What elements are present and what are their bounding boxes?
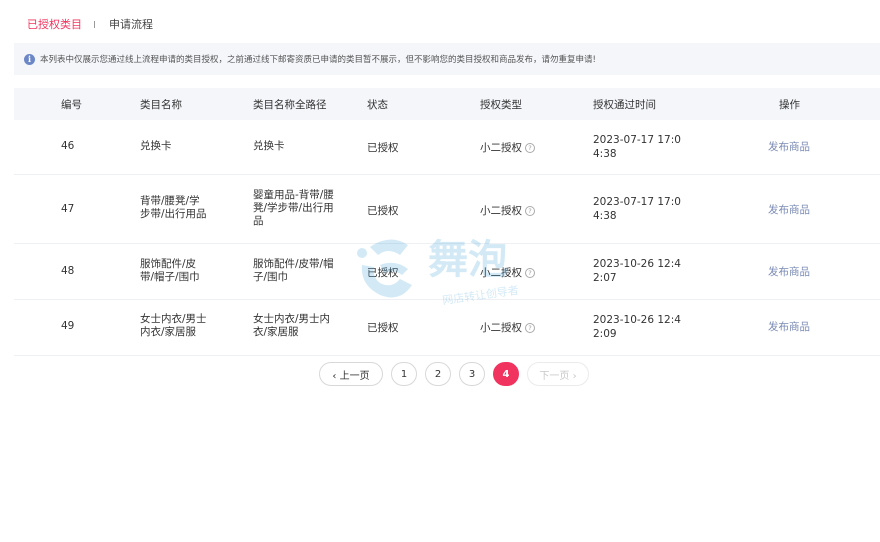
cell-name: 女士内衣/男士内衣/家居服 [140, 313, 207, 338]
table-row: 46 兑换卡 兑换卡 已授权 小二授权? 2023-07-17 17:04:38… [14, 120, 880, 175]
tab-bar: 已授权类目 申请流程 [14, 14, 153, 34]
cell-status: 已授权 [367, 142, 399, 154]
cell-type: 小二授权? [480, 203, 535, 218]
help-icon[interactable]: ? [525, 205, 535, 216]
cell-path: 兑换卡 [253, 140, 285, 152]
tab-application-process[interactable]: 申请流程 [109, 16, 153, 32]
cell-path: 婴童用品-背带/腰凳/学步带/出行用品 [253, 189, 334, 227]
header-time: 授权通过时间 [593, 99, 656, 111]
tab-authorized-categories[interactable]: 已授权类目 [27, 16, 82, 32]
cell-time: 2023-10-26 12:42:07 [593, 258, 681, 284]
prev-page-button[interactable]: ‹ 上一页 [319, 362, 383, 386]
tab-divider [94, 20, 95, 28]
cell-path: 女士内衣/男士内衣/家居服 [253, 313, 331, 338]
type-label: 小二授权 [480, 322, 522, 334]
cell-type: 小二授权? [480, 320, 535, 335]
cell-time: 2023-10-26 12:42:09 [593, 314, 681, 340]
notice-banner: i 本列表中仅展示您通过线上流程申请的类目授权，之前通过线下邮寄资质已申请的类目… [14, 43, 880, 75]
cell-status: 已授权 [367, 322, 399, 334]
cell-id: 47 [61, 203, 75, 215]
publish-product-link[interactable]: 发布商品 [768, 319, 810, 334]
header-name: 类目名称 [140, 99, 182, 111]
cell-name: 服饰配件/皮带/帽子/围巾 [140, 258, 200, 283]
notice-text: 本列表中仅展示您通过线上流程申请的类目授权，之前通过线下邮寄资质已申请的类目暂不… [40, 55, 596, 65]
cell-id: 46 [61, 140, 75, 152]
page-1-button[interactable]: 1 [391, 362, 417, 386]
info-icon: i [24, 53, 35, 65]
header-status: 状态 [367, 99, 388, 111]
help-icon[interactable]: ? [525, 267, 535, 278]
publish-product-link[interactable]: 发布商品 [768, 202, 810, 217]
header-type: 授权类型 [480, 99, 522, 111]
table-header: 编号 类目名称 类目名称全路径 状态 授权类型 授权通过时间 操作 [14, 88, 880, 120]
publish-product-link[interactable]: 发布商品 [768, 139, 810, 154]
page-4-button[interactable]: 4 [493, 362, 519, 386]
table-row: 49 女士内衣/男士内衣/家居服 女士内衣/男士内衣/家居服 已授权 小二授权?… [14, 300, 880, 356]
cell-name: 背带/腰凳/学步带/出行用品 [140, 195, 207, 220]
type-label: 小二授权 [480, 267, 522, 279]
cell-type: 小二授权? [480, 265, 535, 280]
cell-type: 小二授权? [480, 140, 535, 155]
table-row: 47 背带/腰凳/学步带/出行用品 婴童用品-背带/腰凳/学步带/出行用品 已授… [14, 175, 880, 244]
cell-path: 服饰配件/皮带/帽子/围巾 [253, 258, 334, 283]
table-row: 48 服饰配件/皮带/帽子/围巾 服饰配件/皮带/帽子/围巾 已授权 小二授权?… [14, 244, 880, 300]
help-icon[interactable]: ? [525, 142, 535, 153]
next-page-button: 下一页 › [527, 362, 589, 386]
header-op: 操作 [779, 99, 800, 111]
cell-time: 2023-07-17 17:04:38 [593, 134, 681, 160]
pagination: ‹ 上一页 1 2 3 4 下一页 › [319, 362, 597, 386]
page-3-button[interactable]: 3 [459, 362, 485, 386]
page-2-button[interactable]: 2 [425, 362, 451, 386]
help-icon[interactable]: ? [525, 322, 535, 333]
cell-name: 兑换卡 [140, 140, 172, 152]
cell-id: 48 [61, 265, 75, 277]
type-label: 小二授权 [480, 205, 522, 217]
category-table: 编号 类目名称 类目名称全路径 状态 授权类型 授权通过时间 操作 46 兑换卡… [14, 88, 880, 356]
header-path: 类目名称全路径 [253, 99, 327, 111]
cell-id: 49 [61, 320, 75, 332]
publish-product-link[interactable]: 发布商品 [768, 264, 810, 279]
cell-status: 已授权 [367, 267, 399, 279]
header-id: 编号 [61, 99, 82, 111]
cell-status: 已授权 [367, 205, 399, 217]
cell-time: 2023-07-17 17:04:38 [593, 196, 681, 222]
type-label: 小二授权 [480, 142, 522, 154]
